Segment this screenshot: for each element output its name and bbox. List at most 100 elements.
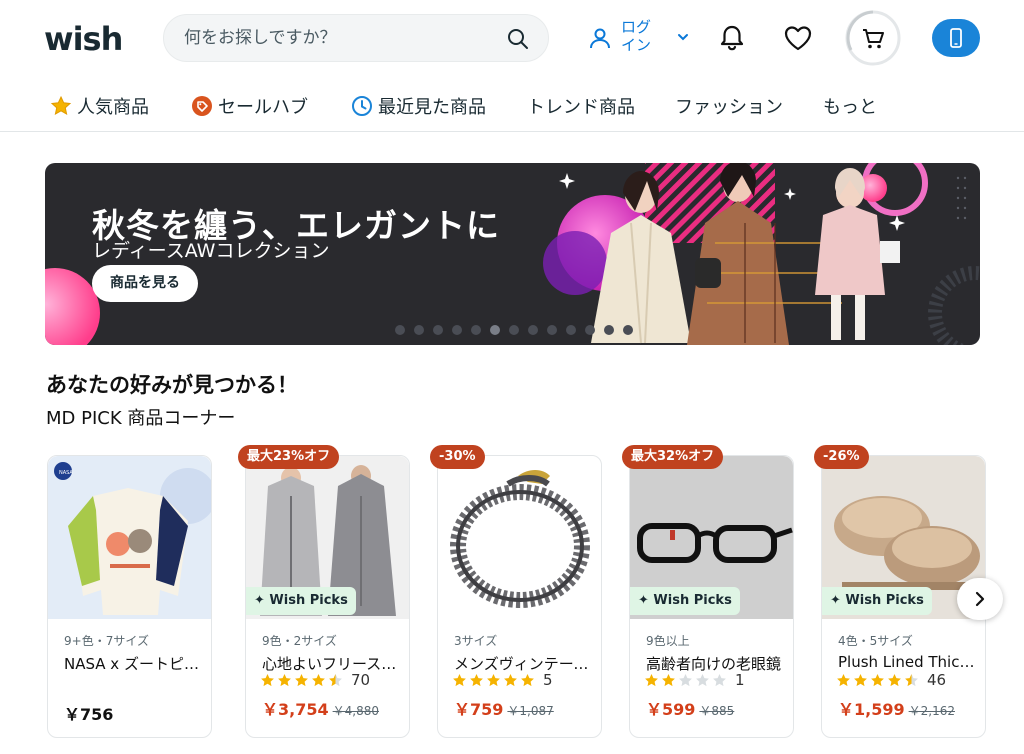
nav-item-label: 人気商品 [77,97,149,118]
nav-item-label: 最近見た商品 [378,97,486,118]
phone-icon [950,28,962,48]
rating-stars [836,673,919,688]
product-rating: 70 [260,670,370,690]
star-icon [329,673,342,686]
rating-stars [452,673,535,688]
star-icon [295,673,308,686]
star-icon [696,673,709,686]
app-download-button[interactable] [932,19,980,57]
category-nav: 人気商品 セールハブ 最近見た商品 トレンド商品 ファッション もっと [0,84,1024,132]
shop-now-button[interactable]: 商品を見る [92,265,198,302]
tag-icon [192,96,212,116]
promo-banner[interactable]: 秋冬を纏う、エレガントに レディースAWコレクション 商品を見る [45,163,980,345]
star-icon [504,673,517,686]
wish-picks-badge: ✦ Wish Picks [246,587,356,615]
carousel-dot[interactable] [471,325,481,335]
product-variants: 9色・2サイズ [262,634,337,648]
star-icon [453,673,466,686]
product-rating: 46 [836,670,946,690]
star-icon [470,673,483,686]
star-icon [662,673,675,686]
nav-item-label: トレンド商品 [527,97,635,118]
user-icon [590,28,610,49]
carousel-dots [395,325,633,335]
product-card[interactable]: 最大23%オフ ✦ Wish Picks 9色・2サイズ 心地よいフリースパーカ… [238,445,410,738]
product-variants: 9+色・7サイズ [64,634,149,648]
carousel-dot[interactable] [452,325,462,335]
original-price: ￥2,162 [908,704,955,718]
product-price: ￥3,754 ￥4,880 [262,700,379,719]
carousel-dot[interactable] [490,325,500,335]
star-icon [487,673,500,686]
carousel-next-button[interactable] [957,578,1003,620]
login-button[interactable]: ログ イン [588,18,698,58]
cart-icon[interactable] [843,8,903,68]
star-icon [521,673,534,686]
banner-subtitle: レディースAWコレクション [92,240,330,262]
rating-stars [260,673,343,688]
rating-count: 46 [927,671,947,689]
search-input[interactable] [184,15,494,61]
original-price: ￥1,087 [507,704,554,718]
product-variants: 3サイズ [454,634,498,648]
rating-count: 5 [543,671,553,689]
rating-count: 1 [735,671,745,689]
heart-icon[interactable] [783,24,813,52]
model-figure [815,168,900,340]
product-card[interactable]: -30% 3サイズ メンズヴィンテージブレスレット 5 ￥759￥1,087 [430,445,602,738]
search-bar[interactable] [163,14,549,62]
discount-badge: 最大32%オフ [622,445,724,469]
carousel-dot[interactable] [433,325,443,335]
nav-item-recently-viewed[interactable]: 最近見た商品 [351,92,486,120]
star-icon [679,673,692,686]
product-price: ￥599 ￥885 [646,700,735,719]
product-name: Plush Lined Thick Slippers [838,653,976,671]
product-price: ￥759 ￥1,087 [454,700,554,719]
svg-text:NASA: NASA [59,470,73,476]
carousel-dot[interactable] [585,325,595,335]
star-icon [837,673,850,686]
carousel-dot[interactable] [414,325,424,335]
nav-item-popular[interactable]: 人気商品 [50,92,149,120]
product-variants: 4色・5サイズ [838,634,913,648]
section-title: あなたの好みが見つかる！ [46,373,298,397]
star-icon [261,673,274,686]
wish-picks-badge: ✦ Wish Picks [822,587,932,615]
carousel-dot[interactable] [509,325,519,335]
nav-item-fashion[interactable]: ファッション [675,92,783,120]
product-card[interactable]: NASA 9+色・7サイズ NASA x ズートピア スウェット ￥756 [47,455,212,738]
star-icon [50,95,72,115]
wish-logo[interactable]: wish [44,20,123,58]
section-subtitle: MD PICK 商品コーナー [46,408,236,429]
carousel-dot[interactable] [623,325,633,335]
nav-item-label: セールハブ [218,97,308,118]
star-icon [713,673,726,686]
header: wish ログ イン [0,0,1024,78]
chevron-down-icon[interactable] [676,30,690,44]
discount-badge: -26% [814,445,869,469]
nav-item-trending[interactable]: トレンド商品 [527,92,635,120]
product-price: ￥756 [64,705,114,724]
nav-item-label: もっと [823,97,877,118]
chevron-right-icon [975,591,985,607]
product-name: NASA x ズートピア スウェット [64,655,202,673]
carousel-dot[interactable] [528,325,538,335]
search-icon[interactable] [506,27,530,51]
nav-item-sale-hub[interactable]: セールハブ [191,92,308,120]
carousel-dot[interactable] [547,325,557,335]
product-card[interactable]: 最大32%オフ ✦ Wish Picks 9色以上 高齢者向けの老眼鏡 1 ￥5… [622,445,794,738]
star-icon [854,673,867,686]
bell-icon[interactable] [718,24,746,52]
carousel-dot[interactable] [395,325,405,335]
original-price: ￥885 [699,704,735,718]
carousel-dot[interactable] [566,325,576,335]
discount-badge: 最大23%オフ [238,445,340,469]
star-icon [871,673,884,686]
nav-item-more[interactable]: もっと [823,92,877,120]
wish-picks-badge: ✦ Wish Picks [630,587,740,615]
star-icon [312,673,325,686]
carousel-dot[interactable] [604,325,614,335]
rating-count: 70 [351,671,371,689]
star-icon [905,673,918,686]
nav-item-label: ファッション [675,97,783,118]
